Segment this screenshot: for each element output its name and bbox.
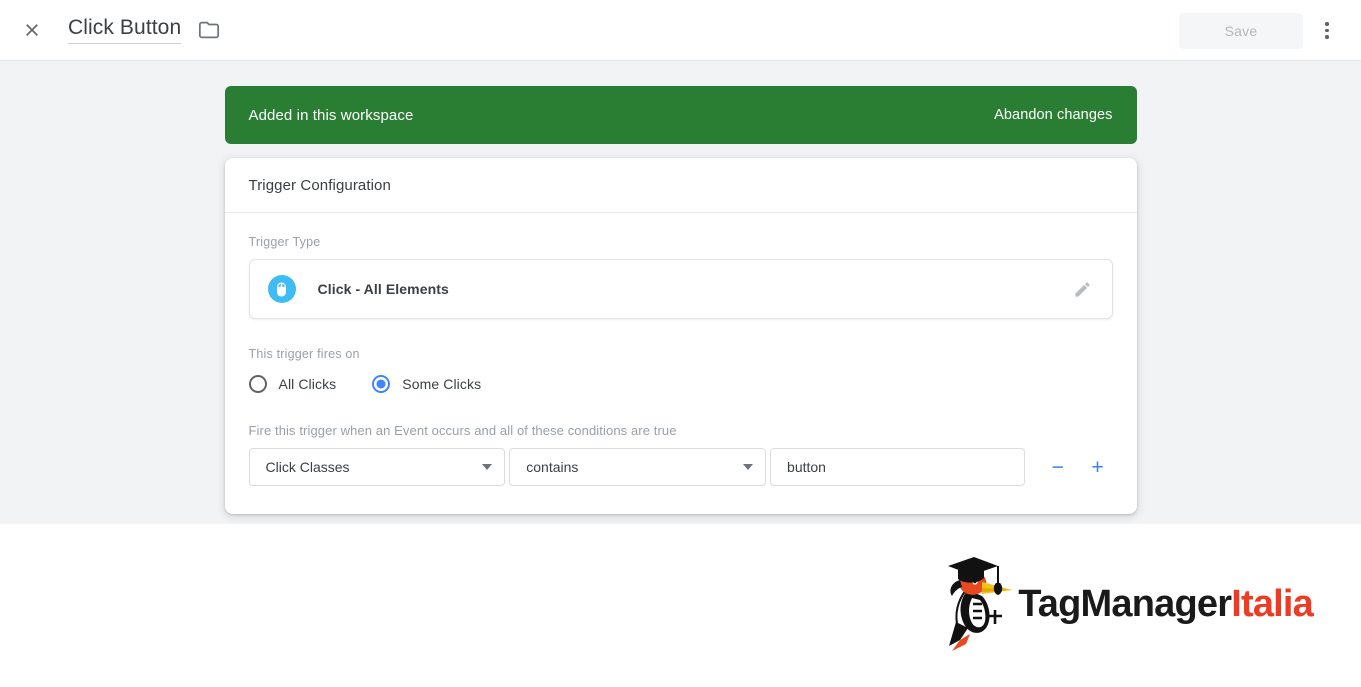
app-bar-actions: Save [1179,0,1353,61]
content-column: Added in this workspace Abandon changes … [224,86,1137,514]
close-button[interactable] [12,10,52,50]
condition-operator-select[interactable]: contains [509,448,767,486]
mouse-icon-glyph [277,282,286,296]
conditions-section: Fire this trigger when an Event occurs a… [248,423,1113,486]
footer: TagManagerItalia [0,524,1361,687]
add-condition-button[interactable]: + [1083,452,1113,482]
radio-all-clicks-indicator [248,375,267,393]
logo-text-primary: TagManager [1018,583,1232,625]
trigger-type-label: Trigger Type [248,235,321,249]
folder-button[interactable] [195,16,223,44]
chevron-down-icon [482,464,493,470]
more-vert-icon-dot [1325,28,1329,33]
tagmanageritalia-logo: TagManagerItalia [938,554,1314,654]
condition-operator-value: contains [526,459,579,475]
trigger-type-name: Click - All Elements [317,281,449,297]
radio-all-clicks[interactable]: All Clicks [248,375,337,393]
condition-row: Click Classes contains − + [248,448,1113,486]
fires-on-radio-group: All Clicks Some Clicks [248,375,1113,393]
trigger-name-input[interactable]: Click Button [68,16,182,44]
trigger-type-row[interactable]: Click - All Elements [248,259,1113,319]
card-body: Trigger Type Click - All Elements This t… [225,213,1137,514]
logo-wordmark: TagManagerItalia [1018,583,1314,625]
condition-value-input[interactable] [770,448,1025,486]
radio-some-clicks[interactable]: Some Clicks [372,375,481,393]
trigger-configuration-card: Trigger Configuration Trigger Type Click… [224,158,1137,514]
page-background: Added in this workspace Abandon changes … [0,61,1361,524]
folder-icon [199,21,220,39]
condition-variable-select[interactable]: Click Classes [248,448,506,486]
mouse-click-icon [267,275,296,303]
edit-trigger-type-button[interactable] [1070,276,1096,302]
workspace-banner: Added in this workspace Abandon changes [224,86,1137,144]
workspace-banner-message: Added in this workspace [248,106,414,124]
fires-on-label: This trigger fires on [248,347,360,361]
woodpecker-graduate-icon [948,557,1013,651]
conditions-label: Fire this trigger when an Event occurs a… [248,423,677,438]
radio-all-clicks-label: All Clicks [278,376,337,392]
remove-condition-button[interactable]: − [1043,452,1073,482]
save-button[interactable]: Save [1179,12,1303,49]
radio-some-clicks-indicator [372,375,391,393]
more-vert-icon-dot [1325,35,1329,39]
condition-variable-value: Click Classes [265,459,350,475]
more-vert-icon-dot [1325,22,1329,26]
logo-text-secondary: Italia [1231,583,1314,625]
close-icon [26,24,38,36]
title-area: Click Button [68,16,223,44]
card-title: Trigger Configuration [224,158,1137,213]
radio-some-clicks-label: Some Clicks [402,376,482,392]
pencil-edit-icon [1075,281,1090,297]
app-bar: Click Button Save [0,0,1361,61]
abandon-changes-link[interactable]: Abandon changes [994,107,1112,123]
chevron-down-icon [743,464,754,470]
fires-on-section: This trigger fires on All Clicks Some Cl… [248,347,1113,393]
more-options-button[interactable] [1307,11,1347,51]
